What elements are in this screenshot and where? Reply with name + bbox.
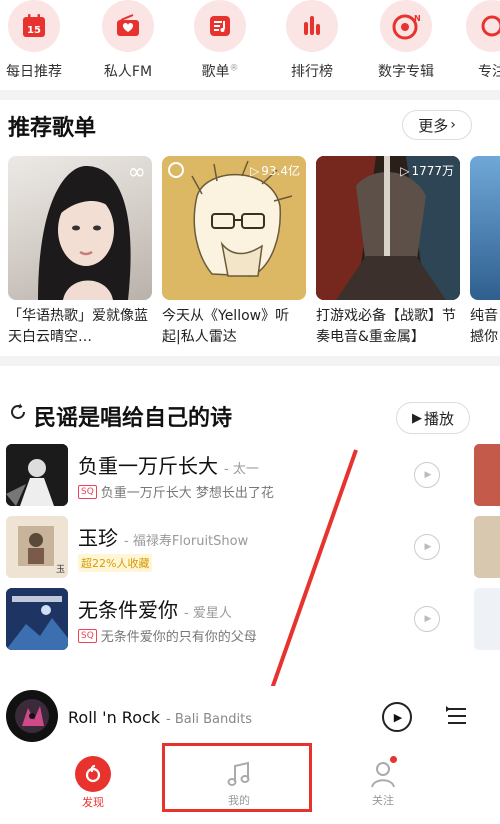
shortcut-label: 数字专辑 xyxy=(378,64,434,80)
playlist-card[interactable]: ▷ 93.4亿 今天从《Yellow》听起|私人雷达 xyxy=(162,156,306,348)
play-triangle-icon: ▷ xyxy=(400,163,410,178)
play-all-label: 播放 xyxy=(423,409,454,428)
song-subtitle: SQ 无条件爱你的只有你的父母 xyxy=(78,626,286,645)
playlist-card[interactable]: 纯音撼你 xyxy=(470,156,500,348)
song-title-line: 负重一万斤长大 - 太一 xyxy=(78,450,259,479)
notification-dot xyxy=(390,756,397,763)
shortcut-label: 排行榜 xyxy=(291,64,333,80)
play-count: ▷ 93.4亿 xyxy=(250,163,300,179)
digital-album-icon: N xyxy=(380,0,432,52)
song-lyric: 无条件爱你的只有你的父母 xyxy=(100,630,257,645)
play-triangle-icon: ▶ xyxy=(393,710,403,724)
radio-icon xyxy=(102,0,154,52)
daily-recommend-shortcut[interactable]: 15 每日推荐 xyxy=(0,0,74,81)
section-divider xyxy=(0,356,500,366)
calendar-icon: 15 xyxy=(8,0,60,52)
playlist-title: 「华语热歌」爱就像蓝天白云晴空… xyxy=(8,308,148,345)
more-label: 更多 xyxy=(418,116,449,135)
shortcut-label: 专注 xyxy=(478,64,500,80)
playlist-icon xyxy=(194,0,246,52)
playlist-cover: ▷ 93.4亿 xyxy=(162,156,306,300)
song-cover xyxy=(6,588,68,650)
infinity-icon: ∞ xyxy=(127,160,146,185)
tab-label: 关注 xyxy=(372,794,394,807)
playlist-title: 纯音撼你 xyxy=(470,308,498,345)
svg-text:玉: 玉 xyxy=(56,564,65,575)
now-playing-artist: - Bali Bandits xyxy=(166,712,252,727)
play-triangle-icon: ▶ xyxy=(424,470,432,480)
song-row[interactable]: 负重一万斤长大 - 太一 SQ 负重一万斤长大 梦想长出了花 ▶ xyxy=(0,440,500,510)
playlist-cover xyxy=(470,156,500,300)
charts-shortcut[interactable]: 排行榜 xyxy=(272,0,352,81)
chevron-right-icon: › xyxy=(450,117,456,133)
play-triangle-icon: ▷ xyxy=(250,163,260,178)
song-name: 无条件爱你 xyxy=(78,598,178,622)
song-title-line: 无条件爱你 - 爱星人 xyxy=(78,594,232,623)
radar-icon xyxy=(168,162,184,178)
chart-bars-icon xyxy=(286,0,338,52)
svg-text:N: N xyxy=(414,14,420,23)
now-playing-info: Roll 'n Rock - Bali Bandits xyxy=(68,708,252,727)
song-artist: - 福禄寿FloruitShow xyxy=(124,534,249,549)
shortcut-label: 私人FM xyxy=(103,64,153,80)
song-name: 负重一万斤长大 xyxy=(78,454,218,478)
collect-rate-tag: 超22%人收藏 xyxy=(78,554,153,572)
folk-section-title: 民谣是唱给自己的诗 xyxy=(34,406,233,431)
play-icon: ▶ xyxy=(411,410,422,426)
tab-label: 发现 xyxy=(82,796,104,809)
song-play-button[interactable]: ▶ xyxy=(414,462,440,488)
song-cover: 玉 xyxy=(6,516,68,578)
song-play-button[interactable]: ▶ xyxy=(414,606,440,632)
now-playing-title: Roll 'n Rock xyxy=(68,708,161,727)
sq-badge: SQ xyxy=(78,484,97,499)
section-divider xyxy=(0,90,500,100)
player-play-button[interactable]: ▶ xyxy=(382,702,412,732)
playlist-card[interactable]: ∞ 「华语热歌」爱就像蓝天白云晴空… xyxy=(8,156,152,348)
tab-follow[interactable]: 关注 xyxy=(358,756,408,808)
shortcut-label: 每日推荐 xyxy=(6,64,62,80)
focus-icon xyxy=(466,0,500,52)
next-page-cover xyxy=(474,516,500,578)
playlist-shortcut[interactable]: 歌单® xyxy=(180,0,260,81)
song-lyric: 负重一万斤长大 梦想长出了花 xyxy=(100,486,274,501)
song-row[interactable]: 无条件爱你 - 爱星人 SQ 无条件爱你的只有你的父母 ▶ xyxy=(0,584,500,654)
svg-text:15: 15 xyxy=(27,25,41,36)
song-subtitle: 超22%人收藏 xyxy=(78,554,153,572)
more-button[interactable]: 更多 › xyxy=(402,110,472,140)
play-triangle-icon: ▶ xyxy=(424,614,432,624)
song-title-line: 玉珍 - 福禄寿FloruitShow xyxy=(78,522,248,551)
shortcut-label: 歌单® xyxy=(201,63,239,80)
song-cover xyxy=(6,444,68,506)
playlist-cover: ▷ 1777万 xyxy=(316,156,460,300)
song-row[interactable]: 玉 玉珍 - 福禄寿FloruitShow 超22%人收藏 ▶ xyxy=(0,512,500,582)
playlist-card[interactable]: ▷ 1777万 打游戏必备【战歌】节奏电音&重金属】 xyxy=(316,156,460,348)
mini-player[interactable]: Roll 'n Rock - Bali Bandits ▶ xyxy=(0,686,500,748)
playlist-cover: ∞ xyxy=(8,156,152,300)
song-subtitle: SQ 负重一万斤长大 梦想长出了花 xyxy=(78,482,274,501)
playlist-title: 打游戏必备【战歌】节奏电音&重金属】 xyxy=(316,308,456,345)
next-page-cover xyxy=(474,588,500,650)
netease-logo-icon xyxy=(75,756,111,792)
top-shortcut-bar: 15 每日推荐 私人FM 歌单® 排行榜 N 数字专辑 专注 xyxy=(0,0,500,90)
digital-album-shortcut[interactable]: N 数字专辑 xyxy=(366,0,446,81)
play-count: ▷ 1777万 xyxy=(400,163,454,179)
song-play-button[interactable]: ▶ xyxy=(414,534,440,560)
song-name: 玉珍 xyxy=(78,526,118,550)
refresh-icon[interactable] xyxy=(8,402,28,426)
play-all-button[interactable]: ▶ 播放 xyxy=(396,402,470,434)
tab-discover[interactable]: 发现 xyxy=(70,756,116,810)
song-artist: - 爱星人 xyxy=(184,606,232,621)
focus-shortcut[interactable]: 专注 xyxy=(452,0,500,81)
song-artist: - 太一 xyxy=(224,462,259,477)
recommended-section-title: 推荐歌单 xyxy=(8,116,97,141)
person-icon xyxy=(367,756,399,790)
annotation-highlight-box xyxy=(162,743,312,812)
next-page-cover xyxy=(474,444,500,506)
sq-badge: SQ xyxy=(78,628,97,643)
private-fm-shortcut[interactable]: 私人FM xyxy=(88,0,168,81)
playlist-title: 今天从《Yellow》听起|私人雷达 xyxy=(162,308,290,345)
play-triangle-icon: ▶ xyxy=(424,542,432,552)
playlist-queue-icon[interactable] xyxy=(444,704,470,734)
now-playing-cover xyxy=(6,690,58,742)
